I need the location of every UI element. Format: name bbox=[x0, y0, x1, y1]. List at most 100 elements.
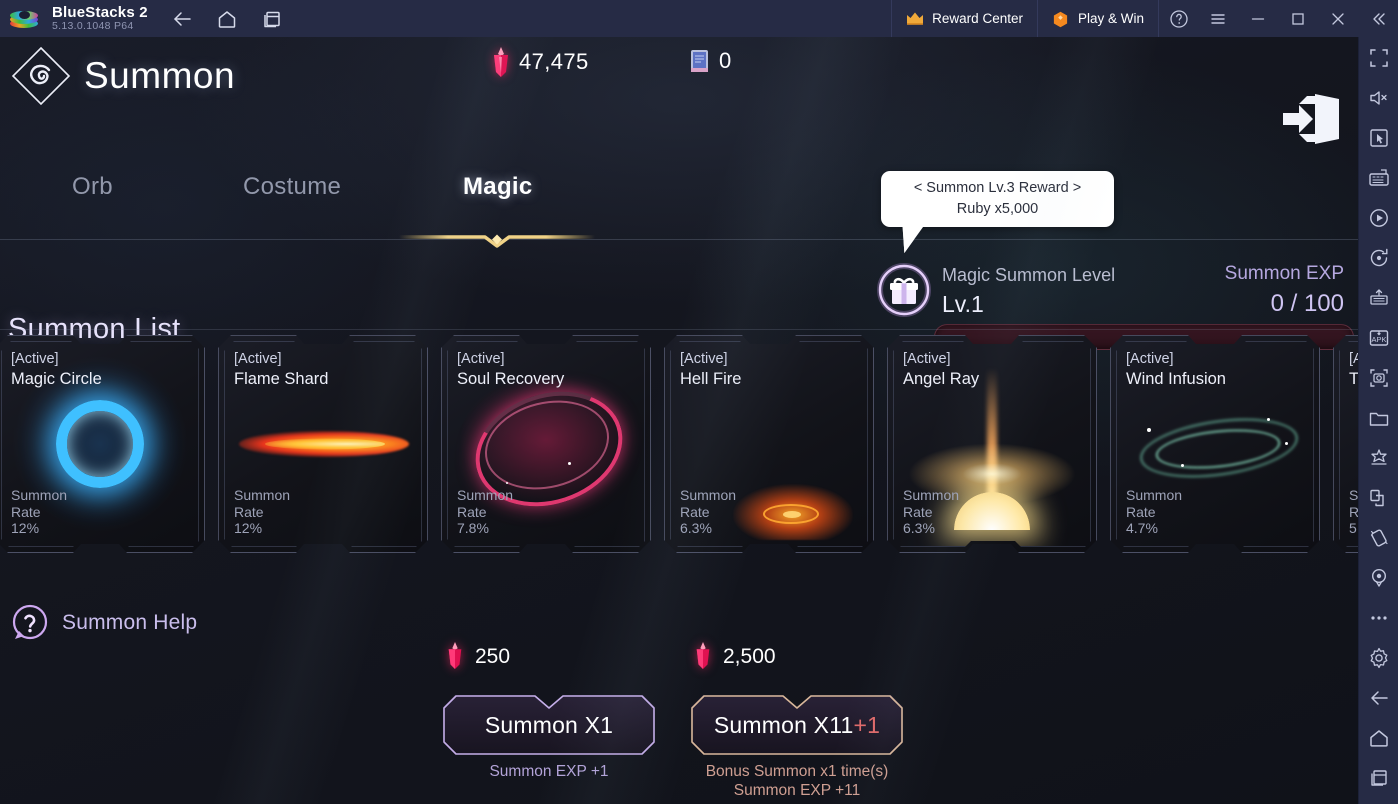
summon-card-rate: Summon Rate 6.3% bbox=[903, 487, 959, 537]
summon-rate-value: 5 bbox=[1349, 520, 1357, 537]
app-name: BlueStacks 2 bbox=[52, 3, 148, 21]
question-icon bbox=[10, 603, 50, 643]
level-value: Lv.1 bbox=[942, 291, 984, 317]
settings-icon[interactable] bbox=[1359, 639, 1398, 677]
summon-card-header: [Active] Wind Infusion bbox=[1126, 351, 1226, 389]
summon-x11-subtext-line1: Bonus Summon x1 time(s) bbox=[705, 763, 889, 780]
summon-card[interactable]: [A T SummonRate5 bbox=[1333, 335, 1358, 553]
screen: BlueStacks 2 5.13.0.1048 P64 Reward Cent… bbox=[0, 0, 1398, 804]
macro-icon[interactable] bbox=[1359, 199, 1398, 237]
summon-card-name: Wind Infusion bbox=[1126, 369, 1226, 388]
tab-magic[interactable]: Magic bbox=[463, 173, 533, 201]
summon-card-tag: [Active] bbox=[1126, 351, 1174, 367]
fullscreen-icon[interactable] bbox=[1359, 39, 1398, 77]
game-canvas: Summon 47,475 0 Orb Costume Magic Magic … bbox=[0, 37, 1358, 804]
screenshot-icon[interactable] bbox=[1359, 359, 1398, 397]
tab-costume[interactable]: Costume bbox=[243, 173, 341, 201]
summon-card-tag: [Active] bbox=[680, 351, 728, 367]
summon-card[interactable]: [Active] Hell Fire Summon Rate 6.3% bbox=[664, 335, 874, 553]
multi-instance-sync-icon[interactable] bbox=[1359, 279, 1398, 317]
summon-reward-tooltip: < Summon Lv.3 Reward > Ruby x5,000 bbox=[881, 171, 1114, 227]
summon-card-inner: [Active] Soul Recovery Summon Rate 7.8% bbox=[447, 341, 645, 547]
reward-center-button[interactable]: Reward Center bbox=[891, 0, 1037, 37]
install-apk-icon[interactable]: APK bbox=[1359, 319, 1398, 357]
copy-paste-icon[interactable] bbox=[1359, 479, 1398, 517]
rotate-icon[interactable] bbox=[1359, 239, 1398, 277]
close-icon[interactable] bbox=[1318, 0, 1358, 37]
summon-card-header: [A T bbox=[1349, 351, 1358, 389]
titlebar-right-controls: Reward Center Play & Win bbox=[891, 0, 1398, 37]
ruby-icon bbox=[490, 47, 512, 77]
ruby-icon bbox=[693, 642, 715, 672]
summon-rate-label-1: Summon bbox=[457, 487, 514, 504]
summon-x11-subtext: Bonus Summon x1 time(s) Summon EXP +11 bbox=[691, 762, 903, 801]
bluestacks-titlebar: BlueStacks 2 5.13.0.1048 P64 Reward Cent… bbox=[0, 0, 1398, 37]
bluestacks-logo-icon bbox=[10, 8, 40, 30]
exit-icon[interactable] bbox=[1277, 90, 1347, 148]
tab-bar: Orb Costume Magic bbox=[0, 163, 1358, 248]
recents-icon[interactable] bbox=[1359, 759, 1398, 797]
home-icon[interactable] bbox=[1359, 719, 1398, 757]
summon-x11-subtext-line2: Summon EXP +11 bbox=[733, 782, 861, 800]
summon-emblem-icon bbox=[8, 43, 74, 109]
summon-rate-label-1: Summon bbox=[903, 487, 960, 504]
hexagon-icon bbox=[1052, 11, 1070, 28]
summon-card[interactable]: [Active] Soul Recovery Summon Rate 7.8% bbox=[441, 335, 651, 553]
exp-label: Summon EXP bbox=[1224, 263, 1344, 284]
summon-x1-label: Summon X1 bbox=[484, 711, 614, 738]
summon-x1-button[interactable]: Summon X1 bbox=[443, 695, 655, 755]
summon-card-tag: [Active] bbox=[234, 351, 282, 367]
tab-active-underline bbox=[397, 231, 597, 249]
summon-help-button[interactable]: Summon Help bbox=[10, 603, 197, 643]
mute-icon[interactable] bbox=[1359, 79, 1398, 117]
svg-text:APK: APK bbox=[1371, 335, 1386, 344]
tab-orb[interactable]: Orb bbox=[72, 173, 113, 201]
home-icon[interactable] bbox=[215, 7, 239, 31]
summon-card-header: [Active] Soul Recovery bbox=[457, 351, 564, 389]
menu-icon[interactable] bbox=[1198, 0, 1238, 37]
summon-card[interactable]: [Active] Angel Ray Summon Rate 6.3% bbox=[887, 335, 1097, 553]
back-icon[interactable] bbox=[170, 7, 194, 31]
play-and-win-label: Play & Win bbox=[1077, 11, 1144, 26]
summon-card[interactable]: [Active] Wind Infusion Summon Rate 4.7% bbox=[1110, 335, 1320, 553]
summon-rate-label-2: Rate bbox=[1349, 504, 1358, 521]
keymapping-icon[interactable] bbox=[1359, 159, 1398, 197]
eco-mode-icon[interactable] bbox=[1359, 439, 1398, 477]
multi-instance-icon[interactable] bbox=[260, 7, 284, 31]
summon-card-name: T bbox=[1349, 369, 1358, 389]
ruby-amount: 47,475 bbox=[519, 49, 589, 74]
summon-x1-subtext: Summon EXP +1 bbox=[443, 762, 655, 781]
collapse-sidebar-icon[interactable] bbox=[1358, 0, 1398, 37]
cursor-icon[interactable] bbox=[1359, 119, 1398, 157]
location-icon[interactable] bbox=[1359, 559, 1398, 597]
shake-icon[interactable] bbox=[1359, 519, 1398, 557]
summon-card-header: [Active] Flame Shard bbox=[234, 351, 328, 389]
summon-x11-button[interactable]: Summon X11 +1 bbox=[691, 695, 903, 755]
summon-card-list[interactable]: [Active] Magic Circle Summon Rate 12% [Active… bbox=[0, 335, 1358, 553]
summon-card-name: Magic Circle bbox=[11, 369, 102, 388]
currency-summon-scroll: 0 bbox=[688, 48, 732, 74]
summon-scroll-amount: 0 bbox=[719, 48, 732, 73]
summon-x11-label: Summon X11 bbox=[713, 711, 854, 738]
gift-reward-icon[interactable] bbox=[876, 262, 932, 318]
minimize-icon[interactable] bbox=[1238, 0, 1278, 37]
tooltip-line-2: Ruby x5,000 bbox=[956, 201, 1039, 217]
play-and-win-button[interactable]: Play & Win bbox=[1036, 0, 1158, 37]
media-manager-icon[interactable] bbox=[1359, 399, 1398, 437]
help-icon[interactable] bbox=[1158, 0, 1198, 37]
ruby-icon bbox=[445, 642, 467, 672]
summon-card-name: Angel Ray bbox=[903, 369, 980, 388]
back-icon[interactable] bbox=[1359, 679, 1398, 717]
maximize-icon[interactable] bbox=[1278, 0, 1318, 37]
summon-card[interactable]: [Active] Flame Shard Summon Rate 12% bbox=[218, 335, 428, 553]
level-label: Magic Summon Level bbox=[942, 265, 1116, 285]
summon-card-inner: [Active] Flame Shard Summon Rate 12% bbox=[224, 341, 422, 547]
summon-rate-value: 4.7% bbox=[1126, 520, 1158, 537]
more-icon[interactable] bbox=[1359, 599, 1398, 637]
summon-card-tag: [Active] bbox=[11, 351, 59, 367]
summon-card-rate: SummonRate5 bbox=[1349, 487, 1358, 537]
page-title: Summon bbox=[84, 55, 236, 96]
summon-rate-label-2: Rate bbox=[234, 503, 264, 520]
summon-card-inner: [Active] Magic Circle Summon Rate 12% bbox=[1, 341, 199, 547]
summon-card[interactable]: [Active] Magic Circle Summon Rate 12% bbox=[0, 335, 205, 553]
